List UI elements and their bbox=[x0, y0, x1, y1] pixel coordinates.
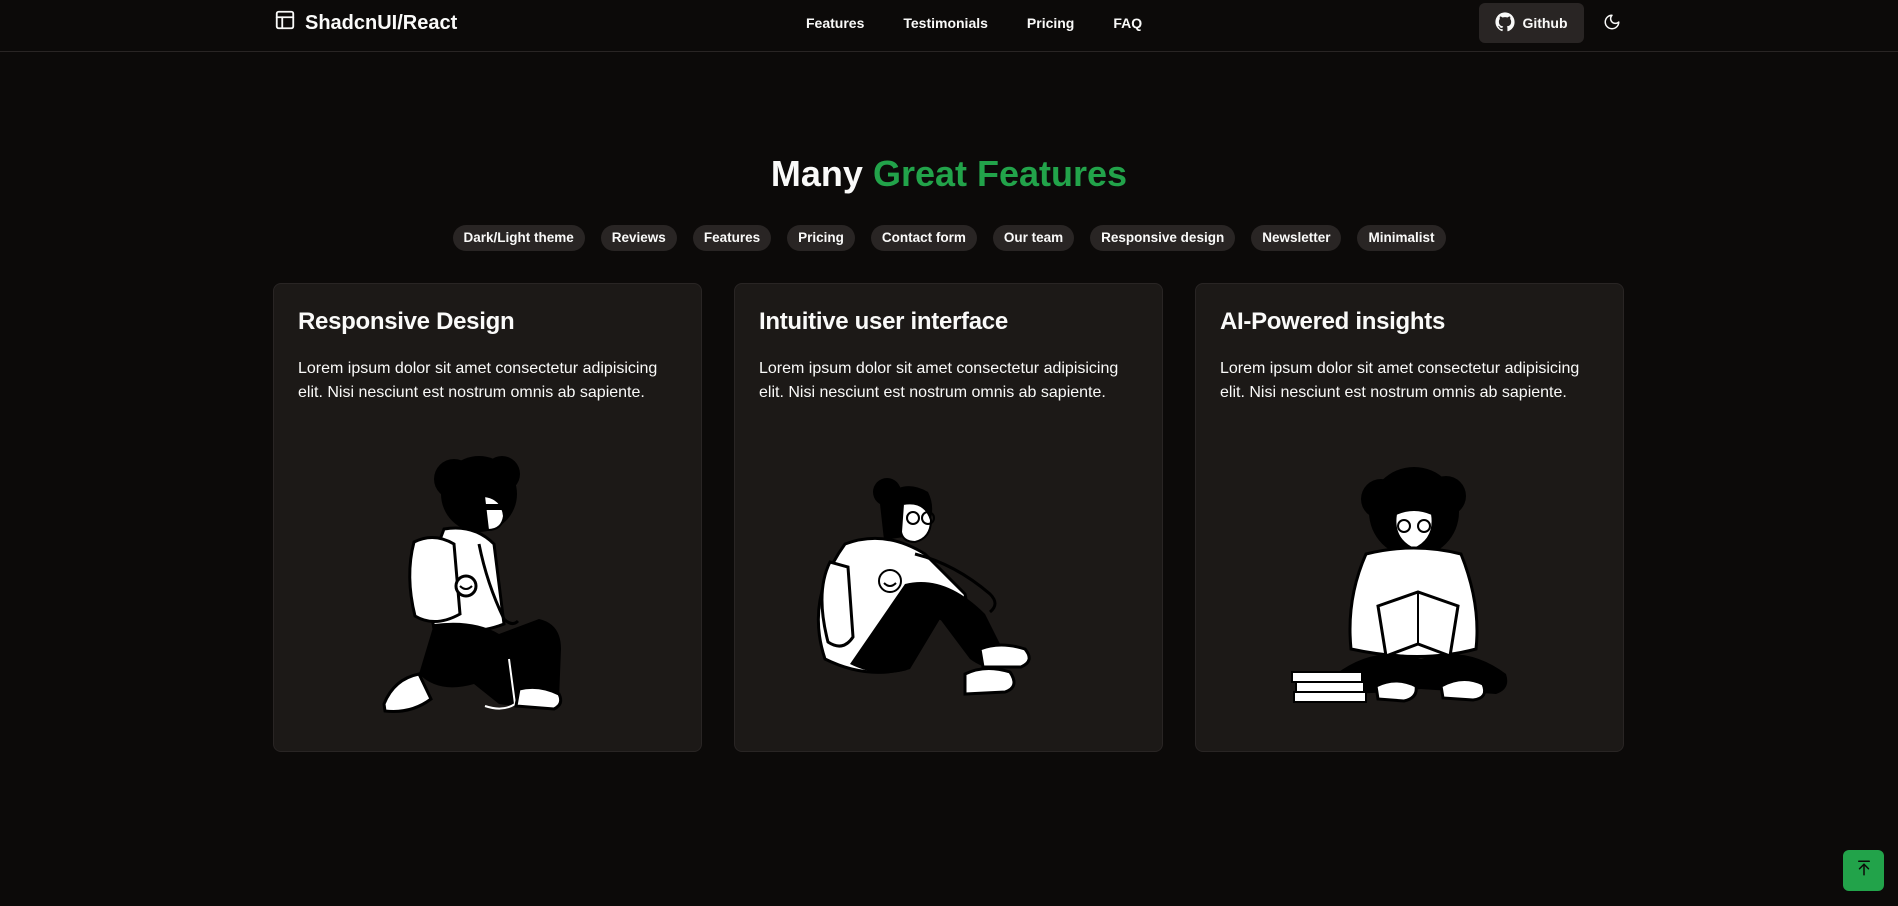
badge-features: Features bbox=[692, 225, 772, 251]
feature-card: Responsive Design Lorem ipsum dolor sit … bbox=[273, 283, 702, 752]
badge-reviews: Reviews bbox=[600, 225, 677, 251]
card-title: AI-Powered insights bbox=[1220, 308, 1445, 335]
badge-dark-light-theme: Dark/Light theme bbox=[452, 225, 585, 251]
feature-card: AI-Powered insights Lorem ipsum dolor si… bbox=[1195, 283, 1624, 752]
nav-links: Features Testimonials Pricing FAQ bbox=[806, 13, 1142, 33]
card-description: Lorem ipsum dolor sit amet consectetur a… bbox=[298, 360, 658, 401]
badge-pricing: Pricing bbox=[787, 225, 855, 251]
nav-link-faq[interactable]: FAQ bbox=[1113, 13, 1142, 33]
layout-icon bbox=[274, 9, 296, 37]
feature-badges: Dark/Light theme Reviews Features Pricin… bbox=[0, 225, 1898, 251]
nav-link-features[interactable]: Features bbox=[806, 13, 864, 33]
theme-toggle-button[interactable] bbox=[1600, 12, 1624, 36]
arrow-up-to-line-icon bbox=[1855, 859, 1873, 882]
github-icon bbox=[1495, 11, 1516, 35]
brand-name: ShadcnUI/React bbox=[305, 11, 458, 34]
github-button[interactable]: Github bbox=[1479, 3, 1584, 43]
card-description: Lorem ipsum dolor sit amet consectetur a… bbox=[759, 360, 1119, 401]
moon-icon bbox=[1603, 13, 1621, 36]
person-reading-illustration bbox=[1196, 434, 1623, 724]
brand-link[interactable]: ShadcnUI/React bbox=[274, 10, 457, 36]
badge-our-team: Our team bbox=[992, 225, 1075, 251]
card-title: Intuitive user interface bbox=[759, 308, 1008, 335]
badge-minimalist: Minimalist bbox=[1357, 225, 1446, 251]
card-description: Lorem ipsum dolor sit amet consectetur a… bbox=[1220, 360, 1580, 401]
title-accent: Great Features bbox=[872, 153, 1128, 194]
badge-contact-form: Contact form bbox=[870, 225, 977, 251]
nav-link-pricing[interactable]: Pricing bbox=[1027, 13, 1074, 33]
badge-responsive-design: Responsive design bbox=[1090, 225, 1236, 251]
github-label: Github bbox=[1522, 15, 1568, 31]
person-sitting-illustration bbox=[735, 434, 1162, 724]
scroll-to-top-button[interactable] bbox=[1843, 850, 1884, 891]
badge-newsletter: Newsletter bbox=[1251, 225, 1342, 251]
navbar: ShadcnUI/React Features Testimonials Pri… bbox=[0, 0, 1898, 52]
feature-card: Intuitive user interface Lorem ipsum dol… bbox=[734, 283, 1163, 752]
title-prefix: Many bbox=[770, 153, 863, 194]
section-title: Many Great Features bbox=[0, 152, 1898, 196]
person-kneeling-illustration bbox=[274, 434, 701, 724]
card-title: Responsive Design bbox=[298, 308, 515, 335]
nav-link-testimonials[interactable]: Testimonials bbox=[903, 13, 988, 33]
